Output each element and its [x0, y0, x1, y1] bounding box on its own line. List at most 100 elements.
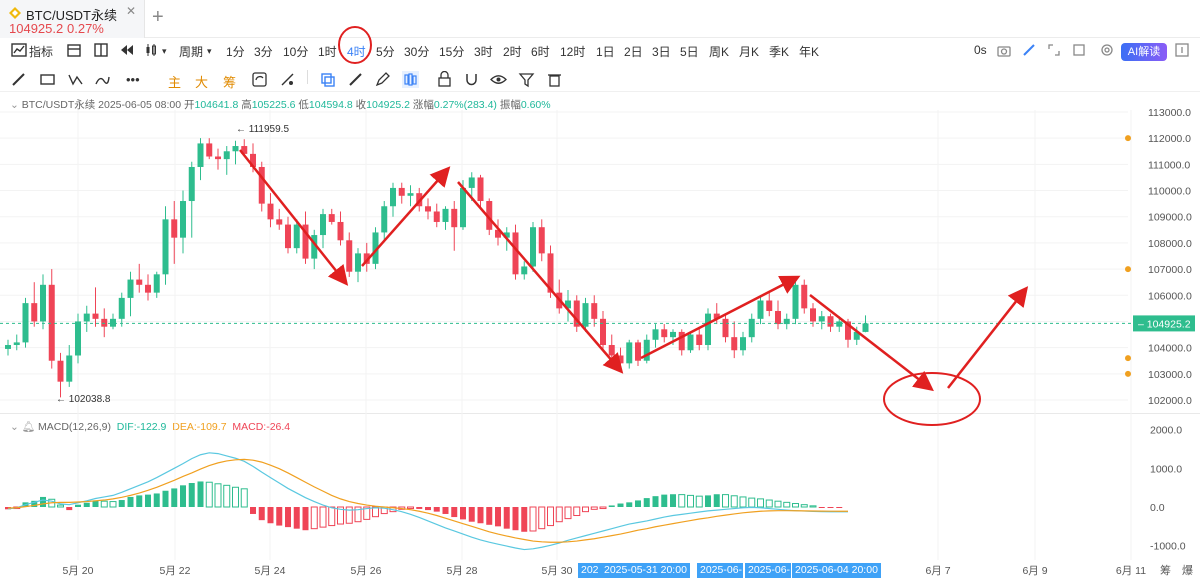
candle-down: [810, 308, 816, 322]
price-chart[interactable]: ← 111959.5 ← 102038.8 2000.0 1000.0 0.0 -100…: [0, 0, 1200, 579]
macd-bar: [792, 503, 799, 508]
candle-down: [433, 211, 440, 222]
macd-bar: [451, 507, 458, 518]
price-tick-label: 107000.0: [1148, 264, 1192, 276]
alert-dot: [1125, 370, 1131, 377]
candle-down: [215, 156, 221, 160]
macd-bar: [285, 507, 291, 528]
candle-up: [75, 321, 81, 356]
macd-bar: [827, 507, 834, 508]
candle-up: [468, 177, 475, 188]
macd-bar: [127, 496, 134, 507]
macd-bar: [433, 507, 440, 512]
candle-down: [538, 227, 545, 254]
price-tick-label: 103000.0: [1148, 369, 1192, 381]
candle-down: [635, 342, 641, 361]
crosshair-date-2: 2025-06-04 20:00: [792, 563, 881, 578]
candle-up: [110, 318, 116, 327]
candle-up: [530, 227, 536, 267]
macd-tick-label: 0.0: [1150, 502, 1165, 514]
candle-down: [512, 232, 519, 275]
candle-down: [608, 345, 615, 356]
macd-bar: [503, 507, 510, 529]
macd-bar: [538, 506, 546, 530]
candle-down: [766, 300, 773, 311]
macd-bar: [425, 507, 431, 511]
candle-down: [591, 303, 598, 319]
macd-bar: [486, 507, 493, 525]
macd-bar: [495, 507, 501, 527]
candle-up: [652, 329, 659, 340]
macd-bar: [162, 490, 169, 507]
macd-bar: [83, 502, 90, 507]
macd-bar: [136, 495, 143, 507]
candle-down: [136, 279, 143, 285]
time-tick-label: 6月 9: [1022, 565, 1047, 577]
macd-bar: [145, 494, 151, 507]
crosshair-date-1: 2025-05-31 20:00: [601, 563, 690, 578]
candle-down: [477, 177, 484, 202]
candle-up: [40, 284, 46, 322]
candle-up: [188, 166, 195, 202]
macd-bar: [774, 500, 782, 508]
chart-grid: [0, 110, 1132, 560]
candle-up: [127, 279, 134, 298]
macd-bar: [836, 507, 843, 509]
macd-bar: [188, 483, 195, 507]
macd-bar: [75, 504, 81, 507]
candle-up: [407, 193, 414, 196]
liquidation-label: 爆: [1182, 563, 1193, 577]
time-tick-label: 5月 28: [447, 565, 478, 577]
macd-bar: [582, 506, 589, 513]
time-tick-label: 5月 24: [255, 565, 286, 577]
candle-down: [145, 284, 151, 293]
price-tick-label: 106000.0: [1148, 290, 1192, 302]
macd-bar: [678, 494, 686, 508]
macd-bar: [310, 506, 318, 530]
macd-pane: 2000.0 1000.0 0.0 -1000.0: [5, 425, 1186, 553]
candle-up: [22, 303, 29, 343]
macd-bar: [442, 507, 449, 514]
crosshair-date-mid: 2025-06-: [697, 563, 743, 578]
macd-bar: [809, 505, 817, 508]
macd-bar: [765, 499, 773, 508]
candle-down: [31, 303, 38, 322]
macd-bar: [250, 507, 256, 514]
target-circle: [883, 372, 981, 426]
candle-up: [293, 224, 300, 249]
macd-bar: [197, 481, 204, 507]
candle-up: [626, 342, 633, 364]
candle-down: [267, 203, 274, 220]
candle-down: [48, 284, 55, 361]
candle-down: [398, 187, 405, 196]
macd-tick-label: 2000.0: [1150, 425, 1182, 437]
macd-bar: [416, 507, 423, 509]
macd-bar: [100, 500, 108, 508]
crosshair-date-mid-2: 2025-06-: [745, 563, 791, 578]
macd-bar: [477, 507, 484, 524]
candle-up: [83, 313, 90, 322]
macd-bar: [302, 507, 309, 531]
price-tick-label: 109000.0: [1148, 212, 1192, 224]
macd-bar: [757, 498, 764, 508]
candle-up: [180, 201, 186, 238]
macd-bar: [573, 506, 581, 517]
macd-bar: [722, 494, 729, 508]
candle-down: [92, 313, 99, 319]
candle-up: [818, 316, 825, 322]
macd-bar: [153, 493, 160, 507]
candle-up: [757, 300, 764, 319]
candle-down: [696, 334, 703, 346]
macd-bar: [258, 507, 265, 521]
macd-bar: [687, 494, 694, 508]
time-tick-label: 6月 11: [1116, 565, 1146, 577]
candle-down: [731, 337, 738, 351]
macd-bar: [626, 502, 633, 507]
macd-bar: [214, 483, 222, 508]
last-price-tag-text: – 104925.2: [1138, 318, 1191, 330]
macd-bar: [180, 485, 186, 507]
candle-up: [670, 331, 676, 338]
annotation-arrow: [640, 275, 801, 360]
candle-down: [451, 208, 458, 228]
macd-bar: [547, 506, 554, 527]
